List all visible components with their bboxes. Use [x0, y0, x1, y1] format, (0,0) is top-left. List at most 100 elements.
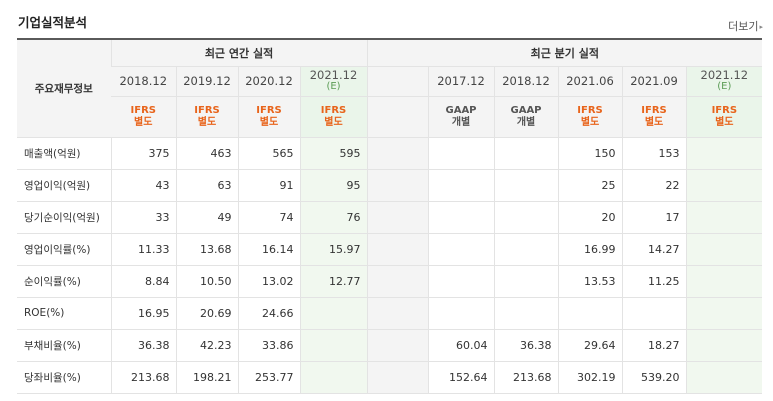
table-row: 매출액(억원) 375 463 565 595 150 153	[17, 137, 763, 170]
value-cell	[427, 169, 495, 202]
row-label: 영업이익(억원)	[17, 169, 111, 202]
separator-cell	[366, 201, 429, 234]
value-cell	[685, 265, 763, 298]
accounting-standard: IFRS 별도	[237, 96, 300, 138]
year-header: 2018.12	[111, 66, 176, 97]
value-cell: 11.33	[110, 232, 176, 266]
value-cell: 539.20	[621, 361, 687, 394]
row-label: 영업이익률(%)	[17, 232, 111, 266]
table-row: 영업이익(억원) 43 63 91 95 25 22	[17, 169, 763, 202]
value-cell: 16.99	[557, 232, 623, 266]
table-row: 당좌비율(%) 213.68 198.21 253.77 152.64 213.68 302…	[17, 361, 763, 394]
value-cell: 253.77	[237, 361, 300, 394]
year-header: 2019.12	[175, 66, 238, 97]
value-cell: 152.64	[427, 361, 495, 394]
value-cell	[493, 137, 559, 170]
value-cell: 60.04	[427, 328, 495, 362]
value-cell: 15.97	[299, 232, 368, 266]
value-cell: 63	[175, 169, 238, 202]
year-header: 2018.12	[493, 66, 559, 97]
row-label: 매출액(억원)	[17, 137, 111, 170]
accounting-standard: IFRS 별도	[621, 96, 687, 138]
value-cell: 14.27	[621, 232, 687, 266]
value-cell: 213.68	[110, 361, 176, 394]
more-label: 더보기	[728, 20, 759, 33]
value-cell: 198.21	[175, 361, 238, 394]
year-header: 2017.12	[427, 66, 495, 97]
year-header: 2021.06	[557, 66, 623, 97]
value-cell: 16.14	[237, 232, 300, 266]
more-link[interactable]: 더보기▸	[728, 18, 763, 34]
value-cell: 11.25	[621, 265, 687, 298]
section-title: 기업실적분석	[18, 15, 88, 30]
value-cell: 17	[621, 201, 687, 234]
separator-cell	[366, 361, 429, 394]
separator-cell	[366, 169, 429, 202]
value-cell: 150	[557, 137, 623, 170]
value-cell	[427, 297, 495, 330]
value-cell	[493, 265, 559, 298]
annual-group-header: 최근 연간 실적	[110, 38, 368, 67]
year-header: 2021.09	[621, 66, 687, 97]
value-cell: 33.86	[237, 328, 300, 362]
value-cell: 13.02	[237, 265, 300, 298]
row-label: ROE(%)	[17, 297, 111, 330]
value-cell	[427, 201, 495, 234]
table-row: 당기순이익(억원) 33 49 74 76 20 17	[17, 201, 763, 234]
accounting-standard: IFRS 별도	[299, 96, 368, 138]
value-cell	[427, 232, 495, 266]
table-row: 순이익률(%) 8.84 10.50 13.02 12.77 13.53 11.25	[17, 265, 763, 298]
row-label: 부채비율(%)	[17, 328, 111, 362]
value-cell	[557, 297, 623, 330]
table-row: 영업이익률(%) 11.33 13.68 16.14 15.97 16.99 14.27	[17, 232, 763, 266]
value-cell: 8.84	[110, 265, 176, 298]
value-cell	[685, 201, 763, 234]
separator-cell	[366, 265, 429, 298]
value-cell: 24.66	[237, 297, 300, 330]
value-cell	[427, 137, 495, 170]
separator-cell	[366, 137, 429, 170]
value-cell	[299, 328, 368, 362]
value-cell: 18.27	[621, 328, 687, 362]
chevron-right-icon: ▸	[759, 23, 763, 31]
value-cell	[685, 297, 763, 330]
value-cell: 565	[237, 137, 300, 170]
value-cell	[299, 297, 368, 330]
value-cell: 302.19	[557, 361, 623, 394]
value-cell: 20.69	[175, 297, 238, 330]
value-cell	[685, 169, 763, 202]
quarterly-group-header: 최근 분기 실적	[366, 38, 763, 67]
value-cell: 375	[110, 137, 176, 170]
value-cell: 13.53	[557, 265, 623, 298]
value-cell: 595	[299, 137, 368, 170]
accounting-standard: IFRS 별도	[175, 96, 238, 138]
value-cell: 91	[237, 169, 300, 202]
value-cell: 463	[175, 137, 238, 170]
value-cell: 12.77	[299, 265, 368, 298]
table-row: 부채비율(%) 36.38 42.23 33.86 60.04 36.38 29.64 18.…	[17, 328, 763, 362]
value-cell: 16.95	[110, 297, 176, 330]
financial-performance-table: 주요재무정보 최근 연간 실적 최근 분기 실적 2018.12 2019.12…	[17, 38, 763, 394]
value-cell: 25	[557, 169, 623, 202]
separator-cell	[366, 297, 429, 330]
value-cell: 36.38	[493, 328, 559, 362]
value-cell	[685, 232, 763, 266]
value-cell	[621, 297, 687, 330]
separator-cell	[366, 232, 429, 266]
value-cell: 13.68	[175, 232, 238, 266]
accounting-standard: GAAP 개별	[493, 96, 559, 138]
accounting-standard: IFRS 별도	[111, 96, 176, 138]
value-cell: 49	[175, 201, 238, 234]
value-cell	[685, 328, 763, 362]
value-cell	[493, 297, 559, 330]
row-label: 순이익률(%)	[17, 265, 111, 298]
value-cell	[299, 361, 368, 394]
year-header-estimate: 2021.12 (E)	[299, 66, 368, 97]
year-header: 2020.12	[237, 66, 300, 97]
value-cell: 43	[110, 169, 176, 202]
value-cell: 74	[237, 201, 300, 234]
value-cell	[427, 265, 495, 298]
row-header-label: 주요재무정보	[17, 38, 111, 138]
value-cell	[685, 137, 763, 170]
value-cell: 33	[110, 201, 176, 234]
